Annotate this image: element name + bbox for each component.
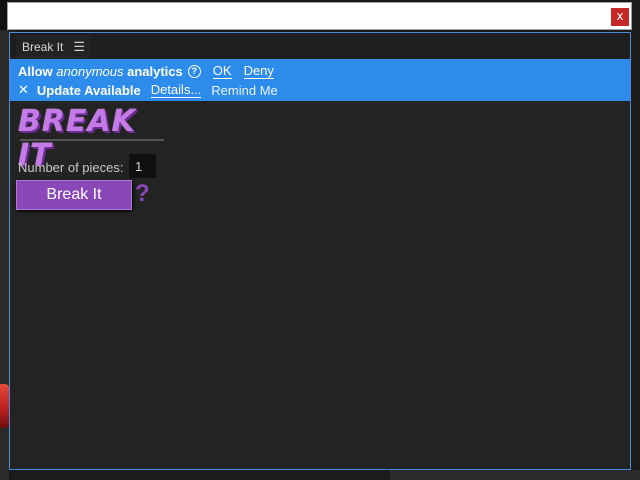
analytics-row: Allow anonymous analytics ? OK Deny xyxy=(18,61,274,81)
close-window-button[interactable]: x xyxy=(611,8,629,26)
host-bottom-bar xyxy=(390,470,640,480)
update-details-link[interactable]: Details... xyxy=(150,82,202,98)
notification-banner: Allow anonymous analytics ? OK Deny ✕ Up… xyxy=(10,59,630,101)
window-titlebar: x xyxy=(7,2,632,30)
analytics-message: Allow anonymous analytics xyxy=(18,63,183,79)
dismiss-update-icon[interactable]: ✕ xyxy=(18,83,29,98)
panel-header: Break It ☰ xyxy=(10,33,630,59)
break-it-button[interactable]: Break It xyxy=(16,180,132,210)
pieces-input[interactable] xyxy=(129,154,156,178)
host-artwork-fragment xyxy=(0,384,9,428)
update-row: ✕ Update Available Details... Remind Me xyxy=(18,80,278,100)
logo-underline xyxy=(20,139,164,141)
pieces-label: Number of pieces: xyxy=(18,160,124,175)
analytics-ok-button[interactable]: OK xyxy=(212,63,232,79)
hamburger-icon[interactable]: ☰ xyxy=(73,39,85,55)
remind-me-link[interactable]: Remind Me xyxy=(211,83,277,98)
update-message: Update Available xyxy=(36,82,141,98)
break-it-panel: Break It ☰ Allow anonymous analytics ? O… xyxy=(9,32,631,470)
tab-label: Break It xyxy=(22,40,64,54)
analytics-deny-button[interactable]: Deny xyxy=(243,63,274,79)
question-circle-icon[interactable]: ? xyxy=(187,64,201,78)
help-question-icon[interactable]: ? xyxy=(135,180,150,208)
break-it-logo: BREAK IT xyxy=(18,104,136,173)
tab-break-it[interactable]: Break It ☰ xyxy=(16,35,92,59)
